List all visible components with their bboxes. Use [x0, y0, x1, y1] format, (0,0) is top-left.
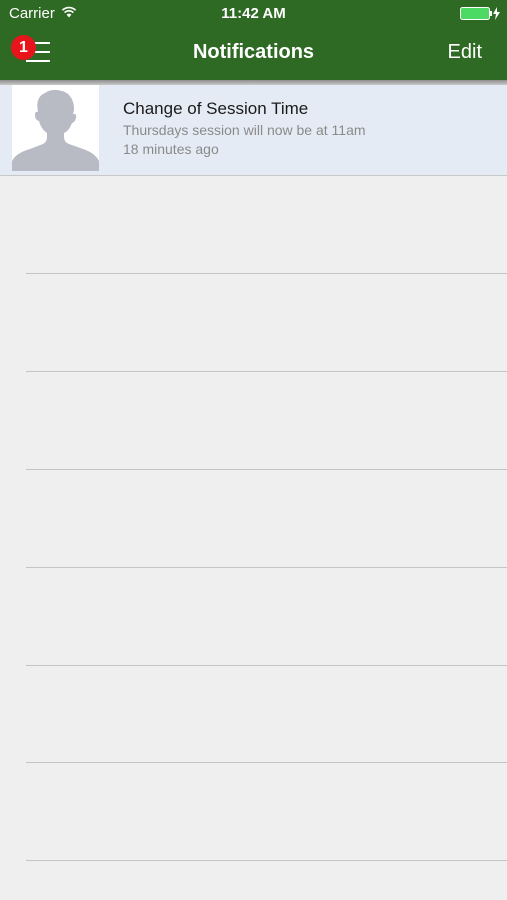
edit-button[interactable]: Edit: [448, 41, 482, 64]
row-separator: [26, 371, 507, 372]
battery-charging-icon: [460, 7, 500, 20]
row-separator: [26, 469, 507, 470]
notification-list[interactable]: Change of Session Time Thursdays session…: [0, 85, 507, 900]
row-separator: [26, 665, 507, 666]
row-separator: [26, 860, 507, 861]
notification-timestamp: 18 minutes ago: [123, 141, 219, 157]
notification-title: Change of Session Time: [123, 99, 309, 118]
default-profile-silhouette-icon: [12, 85, 99, 171]
navigation-bar: 1 Notifications Edit: [0, 28, 507, 80]
status-time: 11:42 AM: [221, 5, 286, 22]
row-separator: [26, 762, 507, 763]
avatar: [12, 85, 99, 171]
top-bar: Carrier 11:42 AM 1 Notifications Edit: [0, 0, 507, 80]
notification-item[interactable]: Change of Session Time Thursdays session…: [0, 85, 507, 176]
row-separator: [26, 273, 507, 274]
row-separator: [26, 567, 507, 568]
page-title: Notifications: [192, 41, 315, 63]
status-bar: Carrier 11:42 AM: [0, 0, 507, 28]
notification-message: Thursdays session will now be at 11am: [123, 122, 366, 138]
